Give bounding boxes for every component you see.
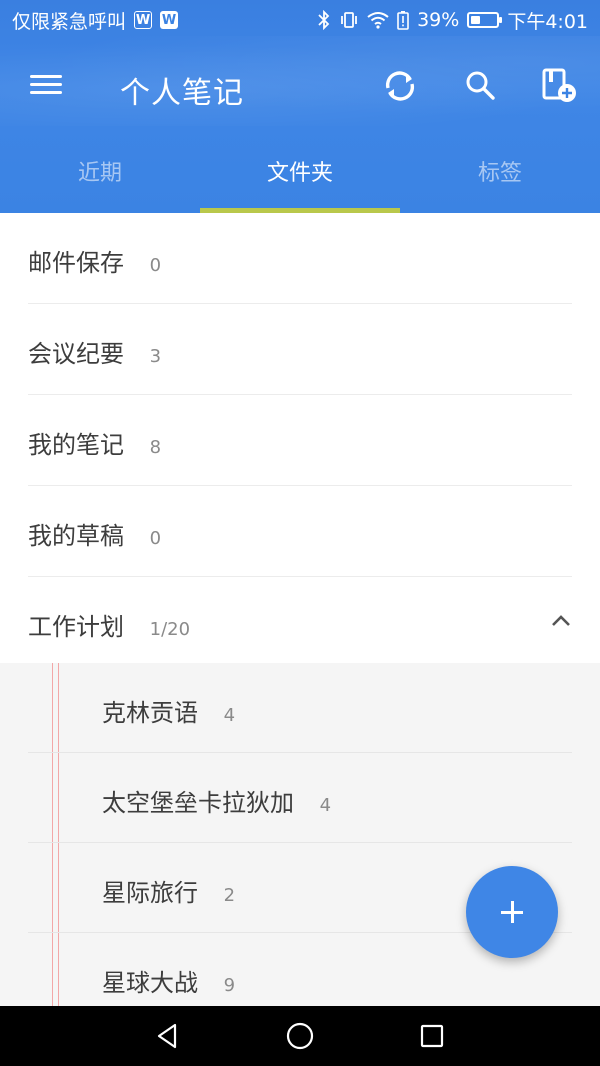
folder-count: 3 [149,346,162,367]
tab-tags[interactable]: 标签 [400,136,600,213]
subfolder-item-battlestar-galactica[interactable]: 太空堡垒卡拉狄加 4 [28,753,572,843]
folder-count: 1/20 [149,619,191,640]
subfolder-count: 2 [223,885,236,906]
folder-list: 邮件保存 0 会议纪要 3 我的笔记 8 我的草稿 0 工作计划 1/20 [0,213,600,668]
chevron-up-icon[interactable] [550,613,572,629]
subfolder-name: 星球大战 [102,969,198,997]
folder-item-meeting-notes[interactable]: 会议纪要 3 [28,304,572,395]
home-icon[interactable] [282,1018,318,1054]
carrier-text: 仅限紧急呼叫 [12,10,127,33]
w-badge-icon: W [160,11,179,29]
new-notebook-icon[interactable] [540,66,580,106]
folder-count: 0 [149,528,162,549]
app-header: 仅限紧急呼叫 W W 39% 下午4:01 个人笔记 近期 文件夹 标签 [0,0,600,213]
folder-name: 工作计划 [28,613,124,641]
folder-count: 0 [149,255,162,276]
menu-icon[interactable] [30,70,62,98]
folder-item-my-drafts[interactable]: 我的草稿 0 [28,486,572,577]
bluetooth-icon [318,10,330,30]
folder-count: 8 [149,437,162,458]
status-bar: 仅限紧急呼叫 W W 39% 下午4:01 [0,0,600,40]
subfolder-count: 4 [223,705,236,726]
battery-alert-icon [397,11,409,30]
subfolder-name: 太空堡垒卡拉狄加 [102,789,294,817]
folder-item-mail-saved[interactable]: 邮件保存 0 [28,213,572,304]
sync-icon[interactable] [380,66,420,106]
subfolder-count: 9 [223,975,236,996]
recents-icon[interactable] [414,1018,450,1054]
battery-icon [467,12,503,28]
search-icon[interactable] [460,66,500,106]
folder-item-my-notes[interactable]: 我的笔记 8 [28,395,572,486]
tab-bar: 近期 文件夹 标签 [0,136,600,213]
w-badge-icon: W [134,11,153,29]
tab-folders[interactable]: 文件夹 [200,136,400,213]
add-note-button[interactable] [466,866,558,958]
page-title: 个人笔记 [120,76,244,111]
subfolder-count: 4 [319,795,332,816]
vibrate-icon [341,12,357,28]
battery-percent: 39% [417,9,460,31]
subfolder-name: 克林贡语 [102,699,198,727]
status-left: 仅限紧急呼叫 W W [12,0,179,40]
folder-name: 会议纪要 [28,340,124,368]
toolbar: 个人笔记 [0,40,600,136]
tab-recent[interactable]: 近期 [0,136,200,213]
subfolder-name: 星际旅行 [102,879,198,907]
folder-name: 我的草稿 [28,522,124,550]
subfolder-item-klingon[interactable]: 克林贡语 4 [28,663,572,753]
folder-name: 我的笔记 [28,431,124,459]
back-icon[interactable] [150,1018,186,1054]
status-right: 39% 下午4:01 [317,0,588,40]
status-time: 下午4:01 [507,10,588,33]
wifi-icon [367,12,389,29]
folder-name: 邮件保存 [28,249,124,277]
system-nav-bar [0,1006,600,1066]
folder-item-work-plan[interactable]: 工作计划 1/20 [28,577,572,668]
